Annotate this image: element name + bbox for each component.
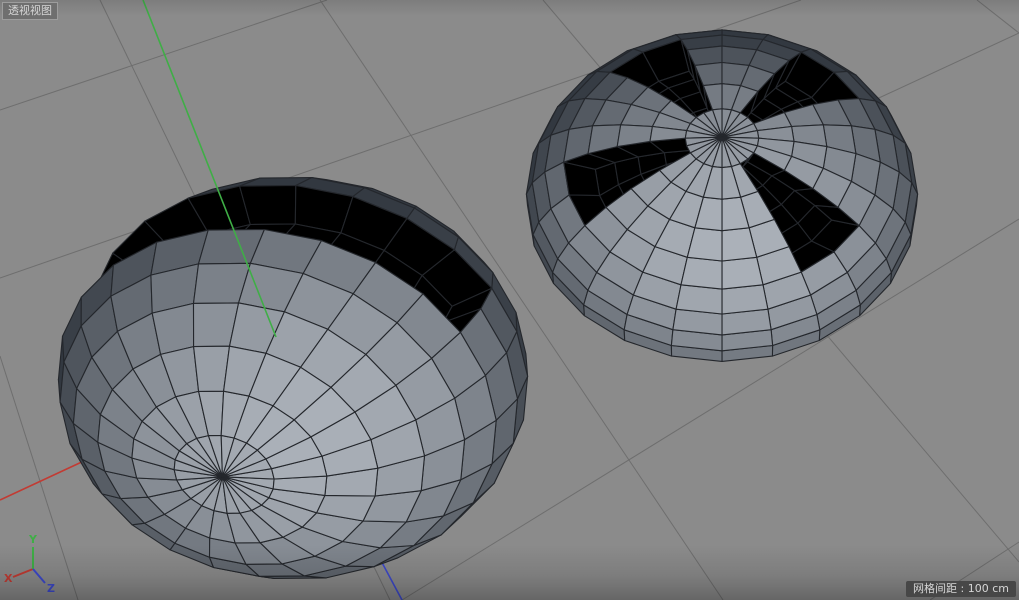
axis-gizmo: X Y Z <box>4 533 55 595</box>
grid-spacing-label: 网格间距 : 100 cm <box>906 581 1016 597</box>
gizmo-x-label: X <box>4 572 13 585</box>
dome-mesh-small[interactable] <box>525 29 919 362</box>
gizmo-z-label: Z <box>47 582 55 595</box>
world-x-axis-line <box>0 459 87 501</box>
viewport-3d[interactable]: X Y Z 透视视图 网格间距 : 100 cm <box>0 0 1019 600</box>
grid-line <box>976 0 1019 34</box>
viewport-title-label: 透视视图 <box>2 2 58 20</box>
gizmo-z-axis <box>32 568 46 584</box>
mesh-face <box>721 284 769 315</box>
grid-line <box>867 32 1019 104</box>
mesh-face <box>721 256 764 290</box>
mesh-face <box>680 256 723 290</box>
mesh-face <box>675 284 723 315</box>
sphere-mesh-large[interactable] <box>57 177 529 579</box>
gizmo-x-axis <box>12 568 34 578</box>
gizmo-y-label: Y <box>28 533 38 546</box>
scene-canvas[interactable]: X Y Z <box>0 0 1019 600</box>
